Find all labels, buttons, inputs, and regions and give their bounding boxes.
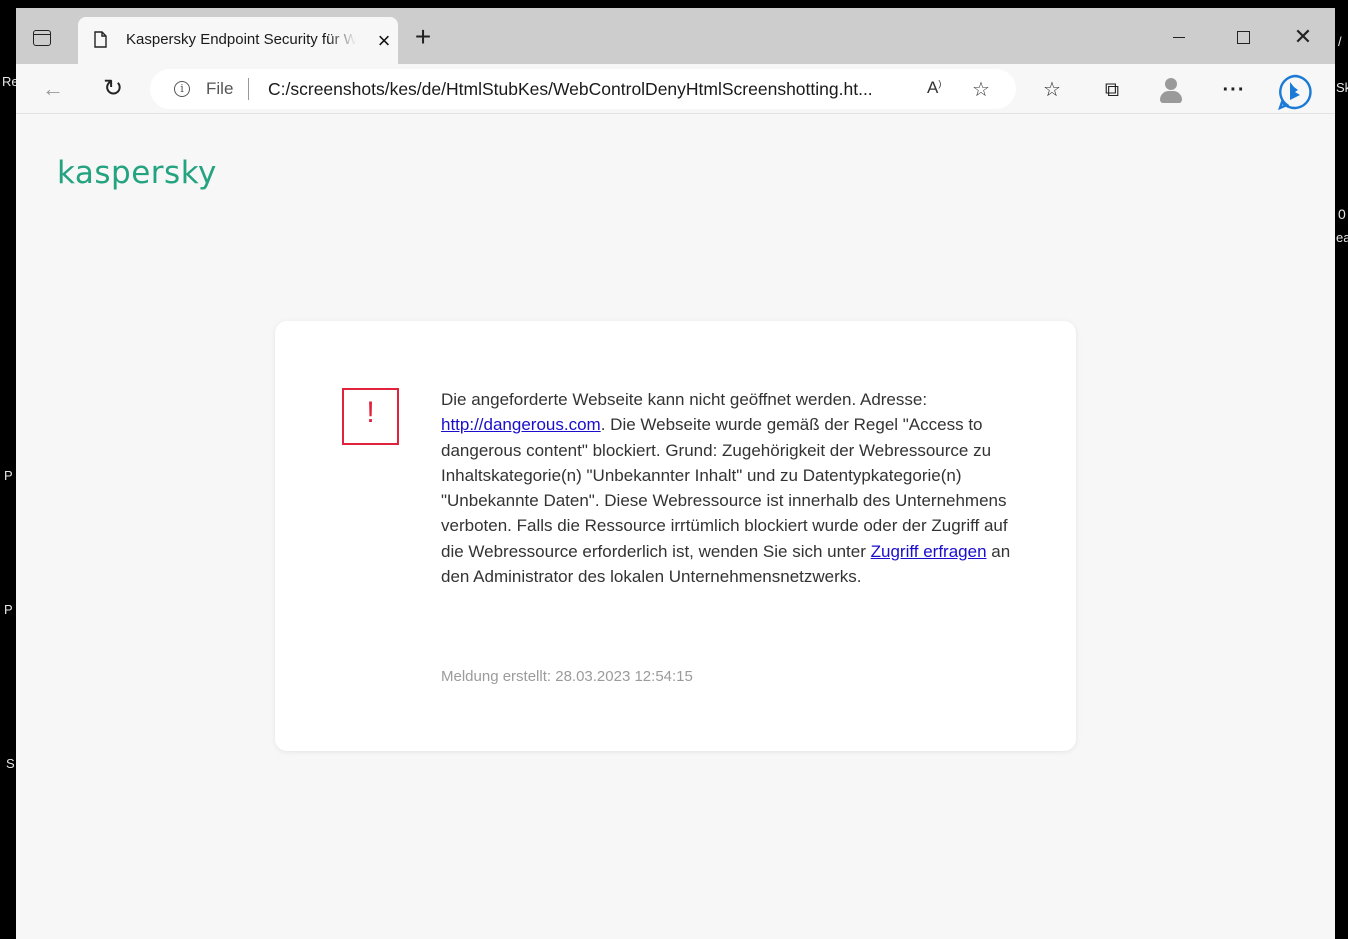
new-tab-icon[interactable]: + [408, 22, 438, 52]
page-content: kaspersky ! Die angeforderte Webseite ka… [16, 115, 1335, 939]
request-access-link[interactable]: Zugriff erfragen [871, 542, 987, 561]
browser-toolbar: ← ↻ i File C:/screenshots/kes/de/HtmlStu… [16, 64, 1335, 114]
message-created-timestamp: Meldung erstellt: 28.03.2023 12:54:15 [441, 668, 693, 685]
background-text: 0 [1338, 206, 1346, 222]
background-text: P [4, 468, 13, 483]
background-text: ea [1336, 230, 1348, 245]
add-favorite-icon[interactable]: ☆ [972, 77, 990, 102]
background-text: Sk [1336, 80, 1348, 95]
background-text: S [6, 756, 15, 771]
bing-chat-icon[interactable] [1276, 73, 1314, 111]
browser-window: Kaspersky Endpoint Security für Windows … [16, 8, 1335, 939]
tab-active[interactable]: Kaspersky Endpoint Security für Windows … [78, 17, 398, 64]
address-divider [248, 78, 249, 100]
address-url[interactable]: C:/screenshots/kes/de/HtmlStubKes/WebCon… [268, 79, 873, 100]
favorites-icon[interactable]: ☆ [1038, 76, 1066, 104]
address-scheme-label: File [206, 79, 234, 98]
collections-icon[interactable]: ⧉ [1098, 76, 1126, 104]
warning-symbol: ! [366, 396, 375, 429]
message-text: . Die Webseite wurde gemäß der Regel "Ac… [441, 415, 1008, 561]
more-options-icon[interactable]: ··· [1220, 76, 1248, 104]
tab-close-icon[interactable]: × [370, 27, 398, 55]
back-icon[interactable]: ← [36, 72, 70, 106]
maximize-icon[interactable] [1220, 22, 1266, 52]
blocked-url-link[interactable]: http://dangerous.com [441, 415, 601, 434]
window-close-icon[interactable]: ✕ [1280, 22, 1326, 52]
message-text: Die angeforderte Webseite kann nicht geö… [441, 390, 928, 409]
read-aloud-icon[interactable]: A) [927, 78, 941, 98]
tab-strip: Kaspersky Endpoint Security für Windows … [16, 8, 1335, 64]
reload-icon[interactable]: ↻ [96, 72, 130, 106]
info-icon[interactable]: i [174, 81, 190, 97]
tab-actions-icon[interactable] [33, 30, 51, 46]
warning-icon: ! [342, 388, 399, 445]
block-notice-card: ! Die angeforderte Webseite kann nicht g… [275, 321, 1076, 751]
profile-avatar-icon[interactable] [1156, 75, 1186, 105]
kaspersky-logo: kaspersky [57, 155, 217, 191]
background-text: P [4, 602, 13, 617]
minimize-icon[interactable] [1156, 22, 1202, 52]
background-text: / [1338, 34, 1342, 49]
page-icon [94, 31, 107, 48]
tab-title: Kaspersky Endpoint Security für Windows [126, 31, 356, 48]
block-message: Die angeforderte Webseite kann nicht geö… [441, 387, 1031, 589]
address-bar[interactable]: i File C:/screenshots/kes/de/HtmlStubKes… [150, 69, 1016, 109]
